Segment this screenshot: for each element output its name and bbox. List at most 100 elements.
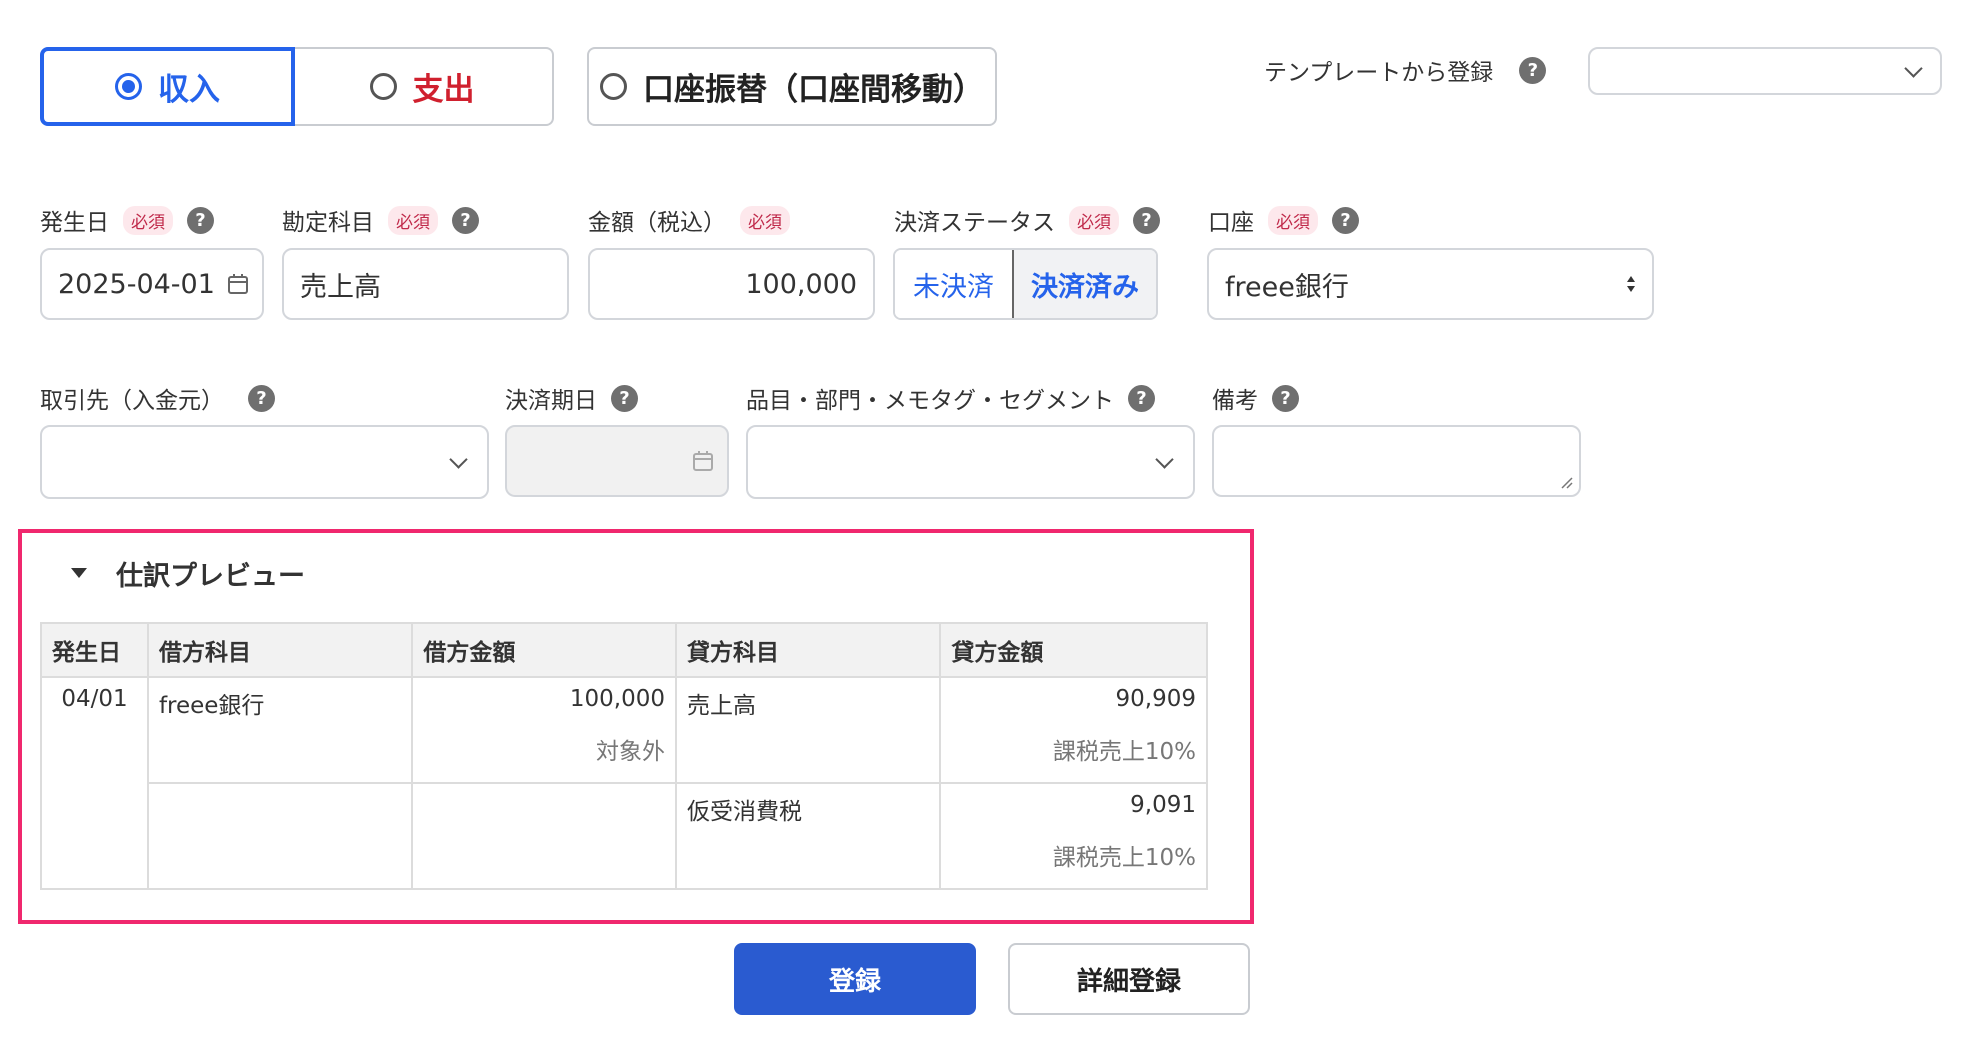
payment-status-toggle: 未決済 決済済み <box>893 248 1158 320</box>
credit-account-cell: 売上高 <box>675 677 942 784</box>
date-input[interactable]: 2025-04-01 <box>40 248 264 320</box>
partner-label: 取引先（入金元） <box>40 388 224 414</box>
expense-radio-icon <box>369 73 397 100</box>
date-help-icon[interactable]: ? <box>187 206 214 234</box>
preview-title: 仕訳プレビュー <box>116 560 305 592</box>
memo-label: 備考 <box>1212 388 1258 414</box>
template-help-icon[interactable]: ? <box>1519 56 1547 84</box>
due-date-label: 決済期日 <box>505 388 597 414</box>
transfer-tab[interactable]: 口座振替（口座間移動） <box>587 47 997 126</box>
settled-label: 決済済み <box>1031 271 1139 303</box>
account-item-label-row: 勘定科目 必須 ? <box>282 204 479 236</box>
wallet-value: freee銀行 <box>1225 271 1349 303</box>
col-header-debit-amount: 借方金額 <box>411 622 678 678</box>
settled-button[interactable]: 決済済み <box>1012 250 1156 318</box>
calendar-icon[interactable] <box>691 449 715 473</box>
partner-help-icon[interactable]: ? <box>248 384 275 412</box>
wallet-label-row: 口座 必須 ? <box>1208 204 1359 236</box>
income-radio-icon <box>115 73 142 100</box>
chevron-down-icon <box>449 449 468 469</box>
due-date-input[interactable] <box>505 425 729 497</box>
credit-tax: 課税売上10% <box>1052 739 1196 765</box>
account-item-label: 勘定科目 <box>282 210 374 236</box>
income-tab[interactable]: 収入 <box>40 47 295 126</box>
debit-account-cell <box>146 783 414 890</box>
table-row: 04/01 freee銀行 100,000 対象外 売上高 90,909 課税売… <box>40 677 1208 890</box>
debit-tax: 対象外 <box>596 739 666 765</box>
wallet-label: 口座 <box>1208 210 1254 236</box>
partner-label-row: 取引先（入金元） ? <box>40 382 275 414</box>
credit-account-cell: 仮受消費税 <box>675 783 942 890</box>
debit-amount: 100,000 <box>569 686 666 712</box>
amount-value: 100,000 <box>745 268 857 300</box>
register-button-label: 登録 <box>828 966 881 997</box>
debit-amount-cell: 100,000 対象外 <box>411 677 678 784</box>
credit-amount-cell: 9,091 課税売上10% <box>939 783 1208 890</box>
income-tab-label: 収入 <box>158 72 220 108</box>
wallet-select[interactable]: freee銀行 <box>1207 248 1654 320</box>
chevron-down-icon <box>1904 58 1923 78</box>
amount-label: 金額（税込） <box>588 210 726 236</box>
due-date-label-row: 決済期日 ? <box>505 382 638 414</box>
payment-status-label: 決済ステータス <box>894 210 1055 236</box>
credit-amount-cell: 90,909 課税売上10% <box>939 677 1208 784</box>
credit-account: 仮受消費税 <box>687 799 803 825</box>
col-header-debit-account: 借方科目 <box>146 622 414 678</box>
detail-register-button-label: 詳細登録 <box>1076 966 1181 997</box>
tags-help-icon[interactable]: ? <box>1128 384 1155 412</box>
required-badge: 必須 <box>1268 205 1318 235</box>
debit-account: freee銀行 <box>158 693 265 719</box>
register-button[interactable]: 登録 <box>734 943 976 1015</box>
date-cell: 04/01 <box>40 677 149 890</box>
journal-table: 発生日 借方科目 借方金額 貸方科目 貸方金額 04/01 freee銀行 10… <box>40 622 1208 890</box>
payment-status-help-icon[interactable]: ? <box>1133 206 1160 234</box>
expense-tab[interactable]: 支出 <box>292 47 554 126</box>
caret-down-icon <box>71 568 87 578</box>
amount-label-row: 金額（税込） 必須 <box>588 204 790 236</box>
credit-account: 売上高 <box>687 693 757 719</box>
preview-toggle[interactable]: 仕訳プレビュー <box>70 553 305 593</box>
memo-label-row: 備考 ? <box>1212 382 1299 414</box>
memo-help-icon[interactable]: ? <box>1272 384 1299 412</box>
unsettled-button[interactable]: 未決済 <box>895 250 1012 318</box>
unsettled-label: 未決済 <box>913 271 994 303</box>
credit-amount: 9,091 <box>1130 792 1196 818</box>
row-date: 04/01 <box>61 686 128 712</box>
credit-tax: 課税売上10% <box>1052 845 1196 871</box>
expense-tab-label: 支出 <box>412 72 475 108</box>
resize-handle-icon[interactable] <box>1559 475 1573 489</box>
calendar-icon[interactable] <box>226 272 250 296</box>
date-label-row: 発生日 必須 ? <box>40 204 214 236</box>
debit-amount-cell <box>411 783 678 890</box>
amount-input[interactable]: 100,000 <box>588 248 875 320</box>
debit-account-cell: freee銀行 <box>146 677 414 784</box>
col-header-credit-amount: 貸方金額 <box>939 622 1208 678</box>
required-badge: 必須 <box>388 205 438 235</box>
transfer-tab-label: 口座振替（口座間移動） <box>643 72 984 108</box>
col-header-date: 発生日 <box>40 622 149 678</box>
wallet-help-icon[interactable]: ? <box>1332 206 1359 234</box>
tags-label: 品目・部門・メモタグ・セグメント <box>746 388 1114 414</box>
due-date-help-icon[interactable]: ? <box>611 384 638 412</box>
date-label: 発生日 <box>40 210 109 236</box>
tags-select[interactable] <box>746 425 1195 499</box>
account-item-help-icon[interactable]: ? <box>452 206 479 234</box>
required-badge: 必須 <box>1069 205 1119 235</box>
table-header-row: 発生日 借方科目 借方金額 貸方科目 貸方金額 <box>40 622 1208 678</box>
memo-textarea[interactable] <box>1212 425 1581 497</box>
template-label-row: テンプレートから登録 ? <box>1264 54 1547 86</box>
transfer-radio-icon <box>600 73 627 100</box>
required-badge: 必須 <box>740 205 790 235</box>
table-row: 仮受消費税 9,091 課税売上10% <box>41 783 1208 890</box>
required-badge: 必須 <box>123 205 173 235</box>
account-item-value: 売上高 <box>300 271 381 303</box>
tags-label-row: 品目・部門・メモタグ・セグメント ? <box>746 382 1155 414</box>
partner-select[interactable] <box>40 425 489 499</box>
detail-register-button[interactable]: 詳細登録 <box>1008 943 1250 1015</box>
template-label: テンプレートから登録 <box>1264 60 1494 86</box>
col-header-credit-account: 貸方科目 <box>675 622 942 678</box>
account-item-input[interactable]: 売上高 <box>282 248 569 320</box>
credit-amount: 90,909 <box>1115 686 1196 712</box>
payment-status-label-row: 決済ステータス 必須 ? <box>894 204 1160 236</box>
template-select[interactable] <box>1588 47 1942 95</box>
